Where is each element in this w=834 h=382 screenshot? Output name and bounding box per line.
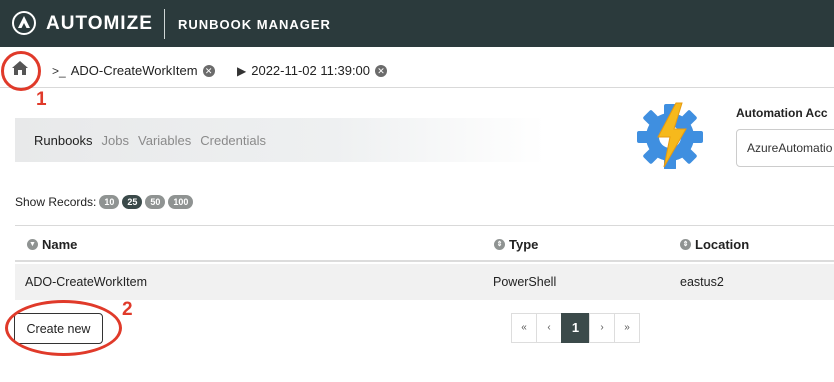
subnav-variables[interactable]: Variables [138,133,191,148]
show-records-label: Show Records: [15,195,97,209]
annotation-number-1: 1 [36,89,47,110]
tab-runbook[interactable]: >_ ADO-CreateWorkItem ✕ [52,63,215,78]
table-header: ▼ Name ⇕ Type ⇕ Location [15,225,834,262]
app-title: RUNBOOK MANAGER [178,17,331,32]
annotation-number-2: 2 [122,299,133,320]
records-25-button[interactable]: 25 [122,195,143,209]
top-header-bar: AUTOMIZE RUNBOOK MANAGER [0,0,834,47]
play-icon: ▶ [237,63,247,78]
last-page-button[interactable]: » [614,313,640,343]
prev-page-button[interactable]: ‹ [536,313,562,343]
subnav-credentials[interactable]: Credentials [200,133,266,148]
records-10-button[interactable]: 10 [99,195,120,209]
azure-automation-gear-icon [637,102,703,169]
automize-logo-icon [12,11,36,35]
column-name-label: Name [42,237,78,252]
column-type[interactable]: ⇕ Type [494,237,538,252]
pagination: « ‹ 1 › » [511,313,640,343]
cell-name: ADO-CreateWorkItem [25,275,148,289]
tab-bar: >_ ADO-CreateWorkItem ✕ ▶ 2022-11-02 11:… [0,47,834,88]
tab-runbook-label: ADO-CreateWorkItem [70,63,198,78]
brand-name: AUTOMIZE [46,13,153,34]
records-100-button[interactable]: 100 [168,195,194,209]
next-page-button[interactable]: › [589,313,615,343]
header-divider [164,9,165,39]
cell-location: eastus2 [680,275,724,289]
column-name[interactable]: ▼ Name [27,237,77,252]
tab-job-label: 2022-11-02 11:39:00 [251,63,371,78]
table-row[interactable]: ADO-CreateWorkItem PowerShell eastus2 [15,264,834,300]
show-records: Show Records: 10 25 50 100 [15,195,194,209]
sort-icon: ▼ [27,239,38,250]
close-icon[interactable]: ✕ [202,64,215,77]
current-page-button[interactable]: 1 [561,313,590,343]
automation-account-label: Automation Acc [736,106,828,120]
automation-account-select[interactable]: AzureAutomatio [736,129,834,167]
column-type-label: Type [509,237,539,252]
subnav-runbooks[interactable]: Runbooks [34,133,93,148]
tab-job[interactable]: ▶ 2022-11-02 11:39:00 ✕ [237,63,388,78]
sort-icon: ⇕ [680,239,691,250]
column-location[interactable]: ⇕ Location [680,237,749,252]
annotation-circle-2 [5,300,122,356]
records-50-button[interactable]: 50 [145,195,166,209]
first-page-button[interactable]: « [511,313,537,343]
subnav-jobs[interactable]: Jobs [102,133,129,148]
terminal-icon: >_ [52,63,66,78]
annotation-circle-1 [1,51,41,91]
column-location-label: Location [695,237,750,252]
close-icon[interactable]: ✕ [375,64,388,77]
sub-navigation: Runbooks Jobs Variables Credentials [15,118,545,162]
sort-icon: ⇕ [494,239,505,250]
cell-type: PowerShell [493,275,557,289]
